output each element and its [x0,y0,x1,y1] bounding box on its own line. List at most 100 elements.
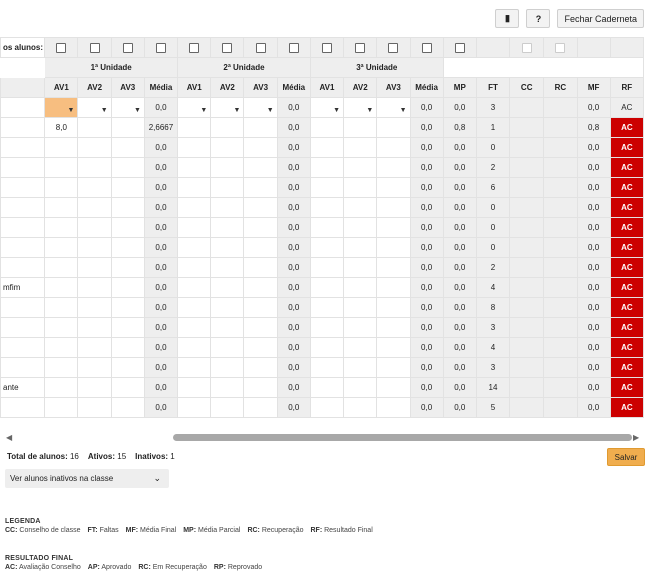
grade-av2[interactable] [77,137,112,158]
grade-av3[interactable] [110,357,145,378]
grade-av3[interactable] [243,237,278,258]
grade-av2[interactable] [77,377,112,398]
grade-av1[interactable] [44,177,79,198]
grade-av3[interactable] [376,317,411,338]
bulk-dropdown[interactable]: ▼ [309,97,345,118]
grade-av3[interactable] [110,377,145,398]
grade-av1[interactable] [44,137,79,158]
select-checkbox[interactable] [454,42,465,53]
grade-av1[interactable] [309,117,345,138]
grade-av3[interactable] [110,397,145,418]
grade-av2[interactable] [343,277,378,298]
grade-av1[interactable] [177,137,212,158]
grade-av3[interactable] [376,137,411,158]
grade-av1[interactable] [44,257,79,278]
grade-av1[interactable] [309,197,345,218]
grade-av1[interactable] [44,197,79,218]
grade-av3[interactable] [243,137,278,158]
grade-av2[interactable] [210,357,245,378]
grade-av1[interactable] [44,377,79,398]
scroll-right-icon[interactable]: ▶ [633,433,639,442]
grade-av1[interactable] [44,337,79,358]
grade-av1[interactable] [309,397,345,418]
select-checkbox[interactable] [155,42,166,53]
grade-av2[interactable] [343,337,378,358]
grade-av1[interactable] [44,357,79,378]
select-checkbox[interactable] [222,42,233,53]
book-icon[interactable]: ▮ [495,9,520,28]
grade-av2[interactable] [210,217,245,238]
grade-av3[interactable] [376,157,411,178]
grade-av1[interactable] [309,217,345,238]
grade-av3[interactable] [110,337,145,358]
grade-av3[interactable] [110,157,145,178]
grade-av2[interactable] [210,197,245,218]
grade-av2[interactable] [77,217,112,238]
grade-av3[interactable] [376,217,411,238]
select-checkbox[interactable] [421,42,432,53]
grade-av3[interactable] [376,197,411,218]
grade-av2[interactable] [343,357,378,378]
grade-av1[interactable]: 8,0 [44,117,79,138]
grade-av1[interactable] [44,297,79,318]
grade-av1[interactable] [177,257,212,278]
bulk-dropdown[interactable]: ▼ [110,97,145,118]
grade-av3[interactable] [243,397,278,418]
grade-av2[interactable] [210,237,245,258]
grade-av2[interactable] [77,157,112,178]
grade-av1[interactable] [177,297,212,318]
grade-av3[interactable] [243,197,278,218]
bulk-dropdown[interactable]: ▼ [177,97,212,118]
grade-av2[interactable] [210,157,245,178]
grade-av1[interactable] [177,237,212,258]
grade-av1[interactable] [309,237,345,258]
grade-av2[interactable] [210,337,245,358]
grade-av2[interactable] [77,197,112,218]
grade-av2[interactable] [77,317,112,338]
grade-av2[interactable] [343,297,378,318]
grade-av1[interactable] [44,317,79,338]
grade-av3[interactable] [376,257,411,278]
grade-av2[interactable] [210,297,245,318]
bulk-dropdown[interactable]: ▼ [44,97,79,118]
grade-av2[interactable] [210,177,245,198]
grade-av1[interactable] [309,357,345,378]
grade-av1[interactable] [177,277,212,298]
grade-av1[interactable] [44,157,79,178]
grade-av2[interactable] [343,237,378,258]
grade-av3[interactable] [243,317,278,338]
grade-av3[interactable] [243,177,278,198]
grade-av3[interactable] [110,257,145,278]
grade-av3[interactable] [110,317,145,338]
grade-av2[interactable] [210,317,245,338]
grade-av1[interactable] [309,317,345,338]
grade-av3[interactable] [243,277,278,298]
grade-av1[interactable] [309,257,345,278]
select-checkbox[interactable] [189,42,200,53]
grade-av2[interactable] [210,137,245,158]
grade-av3[interactable] [110,117,145,138]
grade-av2[interactable] [77,277,112,298]
grade-av1[interactable] [44,397,79,418]
grade-av3[interactable] [243,217,278,238]
grade-av2[interactable] [343,257,378,278]
grade-av3[interactable] [110,297,145,318]
grade-av2[interactable] [77,337,112,358]
bulk-dropdown[interactable]: ▼ [210,97,245,118]
grade-av3[interactable] [376,377,411,398]
grade-av2[interactable] [77,297,112,318]
grade-av2[interactable] [210,117,245,138]
grade-av3[interactable] [110,277,145,298]
grade-av3[interactable] [243,377,278,398]
select-checkbox[interactable] [89,42,100,53]
horizontal-scrollbar[interactable]: ◀ ▶ [0,432,647,444]
grade-av2[interactable] [343,177,378,198]
grade-av1[interactable] [177,197,212,218]
grade-av3[interactable] [243,257,278,278]
grade-av3[interactable] [243,337,278,358]
bulk-dropdown[interactable]: ▼ [77,97,112,118]
grade-av1[interactable] [309,277,345,298]
grade-av1[interactable] [177,177,212,198]
grade-av1[interactable] [309,297,345,318]
select-checkbox[interactable] [355,42,366,53]
